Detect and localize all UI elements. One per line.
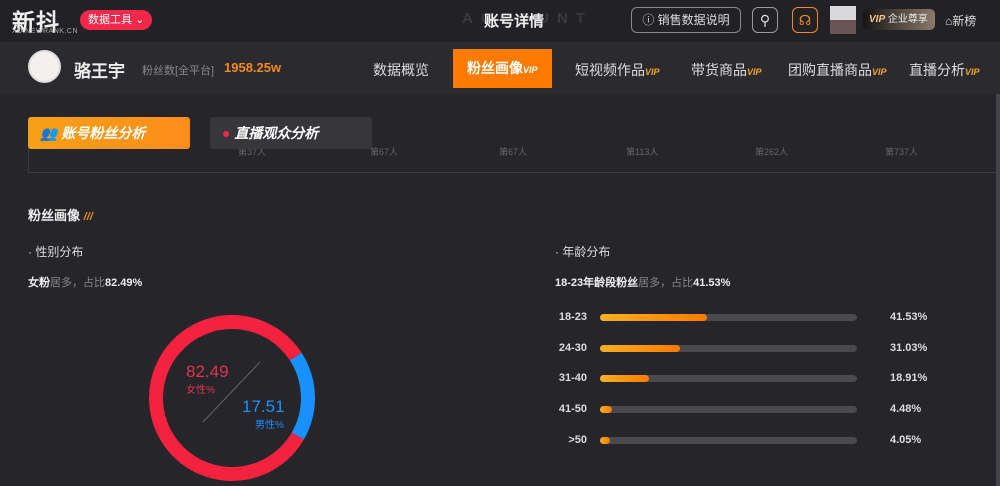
age-row: 18-23 41.53% (555, 311, 975, 325)
data-tools-dropdown[interactable]: 数据工具 ⌄ (80, 10, 153, 30)
age-summary: 18-23年龄段粉丝居多，占比41.53% (555, 274, 730, 290)
tab-short-videos[interactable]: 短视频作品VIP (575, 60, 660, 80)
newrank-label: 新榜 (952, 14, 977, 28)
rank-label: 第67人 (370, 147, 399, 157)
rank-label: 第67人 (499, 147, 528, 157)
male-value: 17.51 (242, 397, 285, 416)
age-label: 24-30 (558, 341, 587, 354)
vip-label: VIP (869, 14, 886, 25)
fans-count-value: 1958.25w (224, 60, 282, 75)
vip-tag: VIP (747, 67, 762, 77)
age-bar-track (600, 344, 857, 352)
question-icon: ⓘ (642, 13, 655, 27)
rank-label: 第113人 (626, 147, 659, 157)
avatar (28, 50, 61, 83)
subtab-account-fans[interactable]: 👥 账号粉丝分析 (28, 117, 190, 149)
age-percent: 41.53% (890, 311, 928, 323)
male-segment (289, 352, 315, 440)
fans-icon: 👥 (40, 125, 58, 141)
age-bar-track (600, 436, 857, 444)
search-button[interactable]: ⚲ (752, 7, 778, 33)
tab-label: 数据概览 (373, 62, 429, 78)
age-bar-track (600, 375, 857, 383)
age-bar-track (600, 406, 857, 414)
vip-text: 企业尊享 (887, 14, 928, 25)
age-title: · 年龄分布 (555, 245, 611, 259)
age-label: 31-40 (558, 372, 587, 385)
page-title: 账号详情 (484, 13, 545, 30)
gender-title-text: 性别分布 (35, 245, 84, 259)
tab-products[interactable]: 带货商品VIP (691, 60, 762, 80)
rank-label: 第737人 (885, 147, 919, 157)
sales-label: 销售数据说明 (657, 13, 730, 27)
age-row: 31-40 18.91% (555, 372, 975, 386)
age-row: 24-30 31.03% (555, 342, 975, 356)
summary-a: 女粉 (28, 277, 50, 289)
fans-count-label: 粉丝数[全平台] (142, 65, 215, 77)
age-row: >50 4.05% (555, 434, 975, 448)
male-label: 男性% (255, 420, 284, 431)
section-title: 粉丝画像 /// (28, 205, 93, 224)
vip-tag: VIP (872, 67, 887, 77)
age-percent: 4.48% (890, 403, 922, 416)
tab-data-overview[interactable]: 数据概览 (373, 60, 429, 80)
data-tools-label: 数据工具 (88, 14, 132, 26)
decor-icon: /// (83, 211, 93, 223)
logo-subtitle: XD.NEWRANK.CN (12, 28, 79, 35)
age-percent: 18.91% (890, 372, 928, 385)
summary-c: 41.53% (693, 277, 731, 289)
vip-tag: VIP (645, 67, 660, 77)
headset-icon: ☊ (798, 12, 812, 28)
rank-label: 第262人 (755, 147, 789, 157)
female-value: 82.49 (186, 362, 229, 381)
age-label: 41-50 (558, 403, 587, 416)
age-percent: 31.03% (890, 341, 928, 354)
tab-label: 团购直播商品 (788, 62, 872, 78)
tab-label: 粉丝画像 (467, 60, 523, 76)
subtab-label: 直播观众分析 (234, 125, 319, 141)
tab-label: 短视频作品 (575, 62, 645, 78)
gender-title: · 性别分布 (28, 245, 84, 259)
summary-b: 居多，占比 (50, 277, 105, 289)
newrank-link[interactable]: ⌂新榜 (945, 12, 976, 29)
age-row: 41-50 4.48% (555, 403, 975, 417)
gender-summary: 女粉居多，占比82.49% (28, 274, 142, 290)
vip-enterprise-badge[interactable]: VIP 企业尊享 (863, 9, 935, 30)
tab-label: 带货商品 (691, 62, 747, 78)
scrollbar[interactable] (996, 94, 1000, 486)
age-bar-fill (600, 375, 649, 383)
section-title-text: 粉丝画像 (28, 208, 81, 223)
age-bar-fill (600, 406, 612, 414)
vip-tag: VIP (523, 65, 538, 75)
female-label: 女性% (186, 385, 215, 396)
tab-fan-profile[interactable]: 粉丝画像VIP (453, 49, 552, 88)
person-icon: ● (222, 125, 231, 141)
age-bar-fill (600, 436, 611, 444)
vip-tag: VIP (965, 67, 980, 77)
subtab-label: 账号粉丝分析 (61, 125, 146, 141)
summary-b: 居多，占比 (638, 277, 694, 289)
tab-group-live-products[interactable]: 团购直播商品VIP (788, 60, 887, 80)
age-label: >50 (568, 433, 587, 446)
age-label: 18-23 (558, 311, 587, 323)
age-bar-fill (600, 314, 707, 321)
search-icon: ⚲ (759, 12, 771, 28)
age-bar-track (600, 314, 857, 321)
sales-data-help-button[interactable]: ⓘ 销售数据说明 (631, 7, 741, 33)
tab-live-analysis[interactable]: 直播分析VIP (909, 60, 980, 80)
summary-a: 18-23年龄段粉丝 (555, 277, 639, 289)
summary-c: 82.49% (105, 277, 143, 289)
age-title-text: 年龄分布 (562, 245, 611, 259)
user-avatar[interactable] (830, 6, 856, 34)
chevron-down-icon: ⌄ (135, 14, 145, 26)
age-percent: 4.05% (890, 433, 922, 446)
age-bar-fill (600, 344, 680, 352)
account-name: 骆王宇 (74, 62, 125, 81)
gender-donut-chart (149, 315, 315, 481)
subtab-live-audience[interactable]: ● 直播观众分析 (210, 117, 372, 149)
support-button[interactable]: ☊ (792, 7, 818, 33)
tab-label: 直播分析 (909, 62, 965, 78)
